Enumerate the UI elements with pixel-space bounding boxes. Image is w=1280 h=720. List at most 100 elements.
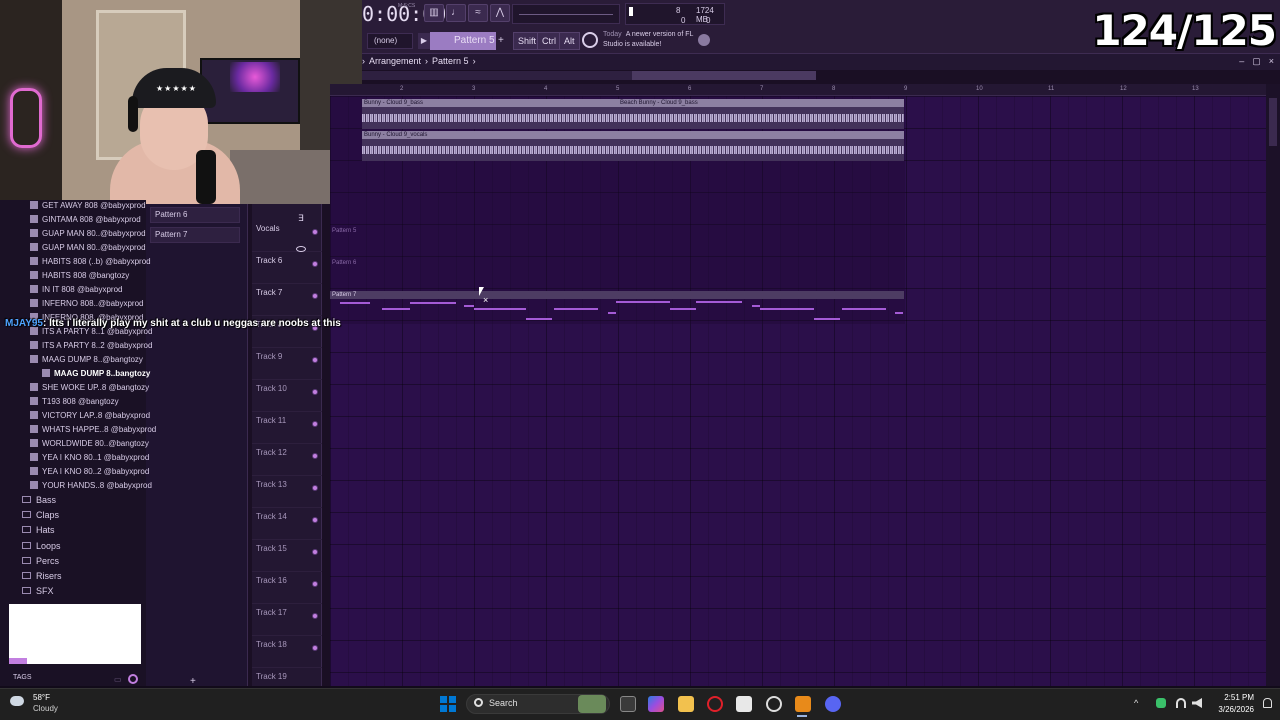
taskbar-search-placeholder[interactable]: Search <box>489 698 518 708</box>
wifi-icon[interactable] <box>1176 698 1186 708</box>
browser-file[interactable]: VICTORY LAP..8 @babyxprod <box>30 411 150 425</box>
chrome-icon[interactable] <box>766 696 782 712</box>
browser-file-selected[interactable]: MAAG DUMP 8..bangtozy <box>42 369 150 383</box>
browser-file[interactable]: HABITS 808 @bangtozy <box>30 271 129 285</box>
track-mute-icon[interactable] <box>312 453 318 459</box>
browser-folder-claps[interactable]: Claps <box>22 510 59 524</box>
browser-file[interactable]: ITS A PARTY 8..1 @babyxprod <box>30 327 152 341</box>
track-mute-icon[interactable] <box>312 613 318 619</box>
track-header-14[interactable]: Track 14 <box>252 508 322 540</box>
clock-date[interactable]: 3/26/2026 <box>1206 705 1254 714</box>
browser-file[interactable]: MAAG DUMP 8..@bangtozy <box>30 355 143 369</box>
cpu-memory-monitor[interactable]: 8 1724 MB 0 0 <box>625 3 725 25</box>
browser-file[interactable]: YEA I KNO 80..1 @babyxprod <box>30 453 149 467</box>
maximize-icon[interactable]: ▢ <box>1252 56 1261 66</box>
windows-start-icon[interactable] <box>440 696 456 712</box>
pattern-selector[interactable]: Pattern 5 <box>430 32 496 50</box>
track-mute-icon[interactable] <box>312 517 318 523</box>
browser-folder-hats[interactable]: Hats <box>22 525 55 539</box>
pattern-clip-ghost[interactable]: Pattern 6 <box>332 260 356 266</box>
pattern-play-icon[interactable]: ▶ <box>418 33 430 49</box>
browser-file[interactable]: GUAP MAN 80..@babyxprod <box>30 229 146 243</box>
track-mute-icon[interactable] <box>312 293 318 299</box>
update-notice[interactable]: Today A newer version of FL Studio is ava… <box>603 30 701 50</box>
track-mute-icon[interactable] <box>312 485 318 491</box>
track-mute-icon[interactable] <box>312 229 318 235</box>
discord-icon[interactable] <box>825 696 841 712</box>
eye-icon[interactable] <box>296 246 306 252</box>
track-header-19[interactable]: Track 19 <box>252 668 322 688</box>
track-header-6[interactable]: Track 6 <box>252 252 322 284</box>
browser-file[interactable]: GUAP MAN 80..@babyxprod <box>30 243 146 257</box>
browser-file[interactable]: GET AWAY 808 @babyxprod <box>30 201 146 215</box>
browser-file[interactable]: GINTAMA 808 @babyxprod <box>30 215 141 229</box>
track-header-vocals[interactable]: Vocals <box>252 220 322 252</box>
track-header-7[interactable]: Track 7 <box>252 284 322 316</box>
store-icon[interactable] <box>736 696 752 712</box>
globe-icon[interactable] <box>698 34 710 46</box>
track-header-18[interactable]: Track 18 <box>252 636 322 668</box>
track-mute-icon[interactable] <box>312 421 318 427</box>
track-mute-icon[interactable] <box>312 357 318 363</box>
wait-icon[interactable]: ≈ <box>468 4 488 22</box>
pattern-clip-header[interactable]: Pattern 7 <box>330 291 904 299</box>
folder-icon[interactable]: ▭ <box>114 675 122 684</box>
audio-clip-vocals[interactable] <box>362 139 904 161</box>
browser-file[interactable]: SHE WOKE UP..8 @bangtozy <box>30 383 149 397</box>
step-icon[interactable]: ⋀ <box>490 4 510 22</box>
vertical-scrollbar[interactable] <box>1266 84 1280 688</box>
browser-folder-percs[interactable]: Percs <box>22 556 59 570</box>
browser-file[interactable]: YOUR HANDS..8 @babyxprod <box>30 481 152 495</box>
track-header-16[interactable]: Track 16 <box>252 572 322 604</box>
breadcrumb-arrangement[interactable]: Arrangement <box>369 56 421 66</box>
browser-folder-risers[interactable]: Risers <box>22 571 62 585</box>
track-header-11[interactable]: Track 11 <box>252 412 322 444</box>
track-mute-icon[interactable] <box>312 389 318 395</box>
browser-file[interactable]: HABITS 808 (..b) @babyxprod <box>30 257 151 271</box>
file-explorer-icon[interactable] <box>678 696 694 712</box>
browser-file[interactable]: WORLDWIDE 80..@bangtozy <box>30 439 149 453</box>
minimize-icon[interactable]: – <box>1239 56 1244 66</box>
master-meter[interactable] <box>512 4 620 24</box>
copilot-icon[interactable] <box>648 696 664 712</box>
track-header-12[interactable]: Track 12 <box>252 444 322 476</box>
track-mute-icon[interactable] <box>312 261 318 267</box>
chevron-up-icon[interactable]: ^ <box>1134 698 1138 708</box>
piano-keys-icon[interactable]: ▥ <box>424 4 444 22</box>
track-header-10[interactable]: Track 10 <box>252 380 322 412</box>
mixer-track-icon[interactable]: ∃ <box>298 213 304 224</box>
weather-description[interactable]: Cloudy <box>33 704 58 713</box>
browser-file[interactable]: INFERNO 808..@babyxprod <box>30 299 144 313</box>
track-mute-icon[interactable] <box>312 581 318 587</box>
picker-item[interactable]: Pattern 7 <box>150 227 240 243</box>
browser-folder-bass[interactable]: Bass <box>22 495 56 509</box>
track-header-17[interactable]: Track 17 <box>252 604 322 636</box>
search-highlight-icon[interactable] <box>578 695 606 713</box>
browser-file[interactable]: WHATS HAPPE..8 @babyxprod <box>30 425 156 439</box>
audio-clip-header[interactable]: Bunny - Cloud 9_vocals <box>362 131 904 139</box>
add-pattern-button[interactable]: + <box>498 33 508 49</box>
clock-time[interactable]: 2:51 PM <box>1214 693 1254 702</box>
search-icon[interactable] <box>128 674 138 684</box>
cloud-icon[interactable] <box>10 696 24 706</box>
audio-clip-header[interactable]: Bunny - Cloud 9_bass <box>362 99 618 107</box>
microphone-icon[interactable] <box>1156 698 1166 708</box>
audio-clip-bass[interactable] <box>362 107 904 129</box>
breadcrumb-pattern[interactable]: Pattern 5 <box>432 56 469 66</box>
horizontal-scrollbar[interactable] <box>362 71 816 80</box>
pattern-clip-ghost[interactable]: Pattern 5 <box>332 228 356 234</box>
track-header-13[interactable]: Track 13 <box>252 476 322 508</box>
alt-button[interactable]: Alt <box>559 32 580 50</box>
track-mute-icon[interactable] <box>312 549 318 555</box>
timeline-ruler[interactable]: 2 3 4 5 6 7 8 9 10 11 12 13 <box>330 84 1266 96</box>
track-header-15[interactable]: Track 15 <box>252 540 322 572</box>
browser-folder-sfx[interactable]: SFX <box>22 586 54 600</box>
browser-file[interactable]: YEA I KNO 80..2 @babyxprod <box>30 467 149 481</box>
task-view-icon[interactable] <box>620 696 636 712</box>
metronome-icon[interactable]: ♩ <box>446 4 466 22</box>
tags-label[interactable]: TAGS <box>13 674 32 681</box>
ctrl-button[interactable]: Ctrl <box>537 32 561 50</box>
browser-file[interactable]: IN IT 808 @babyxprod <box>30 285 122 299</box>
browser-file[interactable]: T193 808 @bangtozy <box>30 397 119 411</box>
weather-temperature[interactable]: 58°F <box>33 693 50 702</box>
